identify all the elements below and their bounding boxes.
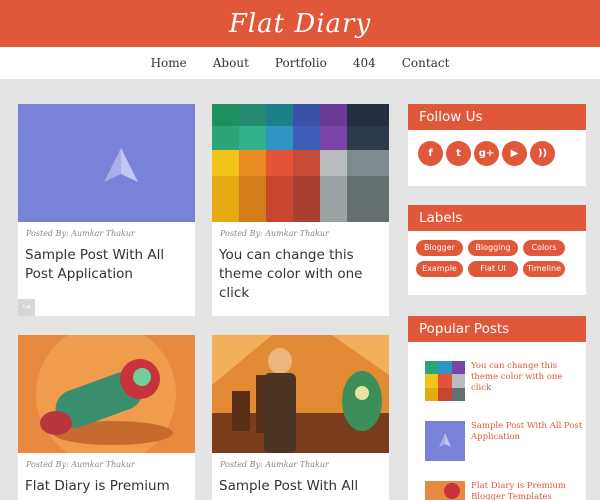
share-icon[interactable]: ↪ [18, 299, 35, 316]
label-tag[interactable]: Example [416, 261, 463, 277]
color-grid-image [212, 104, 389, 222]
post-card: Posted By: Aumkar Thakur Sample Post Wit… [18, 104, 195, 316]
post-title[interactable]: Sample Post With All [212, 469, 389, 496]
social-icons: f t g+ ▶ )) [408, 130, 586, 188]
label-tag[interactable]: Colors [523, 240, 565, 256]
post-thumbnail[interactable] [212, 104, 389, 222]
popular-post-item[interactable]: Flat Diary is Premium Blogger Templates [425, 481, 583, 500]
post-title[interactable]: You can change this theme color with one… [212, 238, 389, 303]
follow-title: Follow Us [408, 104, 586, 130]
popular-post-title[interactable]: You can change this theme color with one… [465, 361, 583, 401]
facebook-icon[interactable]: f [418, 141, 443, 166]
popular-title: Popular Posts [408, 316, 586, 342]
paper-plane-icon [104, 148, 138, 182]
google-plus-icon[interactable]: g+ [474, 141, 499, 166]
follow-widget: Follow Us f t g+ ▶ )) [408, 104, 586, 186]
nav-portfolio[interactable]: Portfolio [262, 56, 340, 70]
nav-404[interactable]: 404 [340, 56, 389, 70]
header-bar: Flat Diary [0, 0, 600, 47]
post-author: Posted By: Aumkar Thakur [26, 229, 135, 238]
post-card: Posted By: Aumkar Thakur You can change … [212, 104, 389, 316]
post-title[interactable]: Flat Diary is Premium [18, 469, 195, 496]
popular-posts-widget: Popular Posts You can change this theme … [408, 316, 586, 500]
rss-icon[interactable]: )) [530, 141, 555, 166]
popular-post-title[interactable]: Sample Post With All Post Application [465, 421, 583, 461]
youtube-icon[interactable]: ▶ [502, 141, 527, 166]
twitter-icon[interactable]: t [446, 141, 471, 166]
labels-widget: Labels Blogger Blogging Colors Example F… [408, 205, 586, 295]
post-title[interactable]: Sample Post With All Post Application [18, 238, 195, 284]
post-author: Posted By: Aumkar Thakur [26, 460, 135, 469]
labels-title: Labels [408, 205, 586, 231]
post-thumbnail[interactable] [18, 104, 195, 222]
popular-post-thumbnail[interactable] [425, 421, 465, 461]
label-tag[interactable]: Blogger [416, 240, 463, 256]
cannon-illustration-image [18, 335, 195, 453]
label-tag[interactable]: Flat UI [468, 261, 518, 277]
nav-about[interactable]: About [200, 56, 262, 70]
label-tag[interactable]: Blogging [468, 240, 518, 256]
post-thumbnail[interactable] [18, 335, 195, 453]
post-thumbnail[interactable] [212, 335, 389, 453]
labels-list: Blogger Blogging Colors Example Flat UI … [408, 231, 578, 277]
popular-post-item[interactable]: Sample Post With All Post Application [425, 421, 583, 461]
popular-post-thumbnail[interactable] [425, 481, 465, 500]
nav-contact[interactable]: Contact [389, 56, 463, 70]
nav-home[interactable]: Home [138, 56, 200, 70]
post-author: Posted By: Aumkar Thakur [220, 229, 329, 238]
popular-post-title[interactable]: Flat Diary is Premium Blogger Templates [465, 481, 583, 500]
character-illustration-image [212, 335, 389, 453]
popular-post-item[interactable]: You can change this theme color with one… [425, 361, 583, 401]
main-nav: Home About Portfolio 404 Contact [0, 47, 600, 79]
post-author: Posted By: Aumkar Thakur [220, 460, 329, 469]
label-tag[interactable]: Timeline [523, 261, 565, 277]
popular-post-thumbnail[interactable] [425, 361, 465, 401]
post-card: Posted By: Aumkar Thakur Sample Post Wit… [212, 335, 389, 500]
post-card: Posted By: Aumkar Thakur Flat Diary is P… [18, 335, 195, 500]
site-title[interactable]: Flat Diary [229, 9, 371, 39]
